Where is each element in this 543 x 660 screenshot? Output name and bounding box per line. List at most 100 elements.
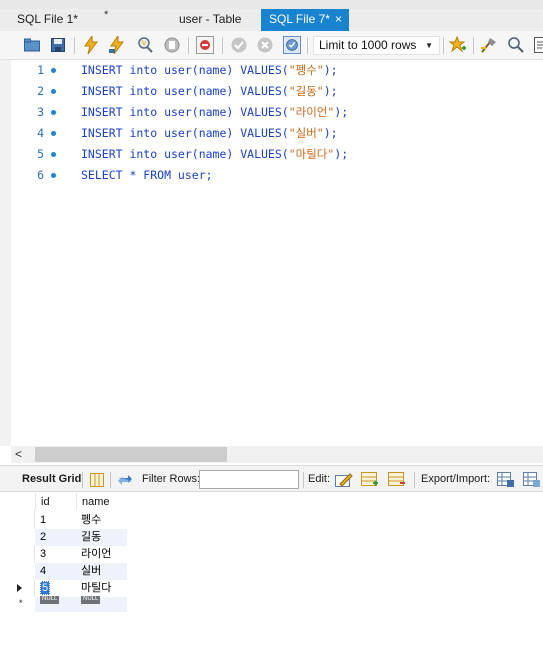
code-end: );	[323, 126, 338, 140]
table-row[interactable]: 4 실버	[11, 563, 127, 580]
sql-editor[interactable]: 1 INSERT into user(name) VALUES("펭수"); 2…	[0, 60, 543, 446]
cell-name[interactable]: 펭수	[76, 512, 127, 529]
limit-rows-select[interactable]: Limit to 1000 rows ▼	[313, 36, 440, 55]
insert-row-icon[interactable]	[361, 471, 379, 489]
add-snippet-icon[interactable]	[449, 36, 467, 54]
column-header-name[interactable]: name	[76, 493, 127, 510]
code-line[interactable]: 1 INSERT into user(name) VALUES("펭수");	[0, 60, 543, 81]
tab-user-table[interactable]: user - Table	[125, 9, 260, 31]
table-row[interactable]: 2 길동	[11, 529, 127, 546]
line-number: 1	[37, 63, 44, 77]
export-icon[interactable]	[497, 471, 515, 489]
statement-marker-icon	[51, 152, 56, 157]
toolbar-separator	[82, 472, 83, 488]
code-string: "라이언"	[288, 105, 335, 119]
sql-editor-toolbar: Limit to 1000 rows ▼	[0, 31, 543, 60]
statement-marker-icon	[51, 89, 56, 94]
grid-header-row: id name	[11, 493, 127, 510]
corner-cell	[11, 493, 35, 510]
current-row-arrow-icon	[17, 584, 22, 592]
beautify-icon[interactable]	[480, 36, 498, 54]
import-icon[interactable]	[523, 471, 541, 489]
find-icon[interactable]	[507, 36, 525, 54]
cell-id[interactable]: 4	[35, 563, 76, 580]
scrollbar-thumb[interactable]	[35, 447, 227, 462]
toggle-error-icon[interactable]	[196, 36, 214, 54]
filter-rows-label: Filter Rows:	[142, 473, 201, 485]
code-end: );	[323, 84, 338, 98]
cell-name[interactable]: 길동	[76, 529, 127, 546]
line-number: 5	[37, 147, 44, 161]
line-number: 4	[37, 126, 44, 140]
null-badge: NULL	[40, 595, 60, 604]
close-icon[interactable]: ×	[335, 9, 342, 30]
row-header[interactable]	[11, 580, 35, 597]
cell-id[interactable]: NULL	[35, 595, 76, 614]
delete-row-icon[interactable]	[388, 471, 406, 489]
cell-name[interactable]: 라이언	[76, 546, 127, 563]
cell-id[interactable]: 1	[35, 512, 76, 529]
table-row[interactable]: 1 펭수	[11, 512, 127, 529]
line-number: 6	[37, 168, 44, 182]
code-line[interactable]: 4 INSERT into user(name) VALUES("실버");	[0, 123, 543, 144]
table-row[interactable]: 3 라이언	[11, 546, 127, 563]
cell-id[interactable]: 5	[35, 580, 76, 597]
column-header-id[interactable]: id	[35, 493, 76, 510]
table-row-new[interactable]: * NULL NULL	[11, 595, 127, 614]
code-end: );	[334, 147, 349, 161]
table-row-selected[interactable]: 5 마틸다	[11, 580, 127, 597]
cell-name[interactable]: 실버	[76, 563, 127, 580]
result-grid-tab[interactable]: Result Grid	[22, 466, 81, 493]
code-text: SELECT * FROM user;	[81, 165, 213, 186]
explain-icon[interactable]	[136, 36, 154, 54]
stop-icon[interactable]	[163, 36, 181, 54]
grid-columns-icon[interactable]	[88, 471, 106, 489]
code-line[interactable]: 3 INSERT into user(name) VALUES("라이언");	[0, 102, 543, 123]
line-number: 2	[37, 84, 44, 98]
cell-name[interactable]: NULL	[76, 595, 127, 614]
code-keyword: INSERT into user(name) VALUES(	[81, 147, 289, 161]
limit-rows-label: Limit to 1000 rows	[319, 38, 417, 52]
edit-row-icon[interactable]	[335, 471, 353, 489]
cell-name[interactable]: 마틸다	[76, 580, 127, 597]
statement-marker-icon	[51, 110, 56, 115]
cell-id[interactable]: 2	[35, 529, 76, 546]
rollback-icon[interactable]	[256, 36, 274, 54]
execute-icon[interactable]	[82, 36, 100, 54]
line-number: 3	[37, 105, 44, 119]
cell-id[interactable]: 3	[35, 546, 76, 563]
row-header[interactable]	[11, 512, 35, 529]
save-icon[interactable]	[49, 36, 67, 54]
statement-marker-icon	[51, 131, 56, 136]
row-header[interactable]	[11, 546, 35, 563]
row-header[interactable]	[11, 563, 35, 580]
code-line[interactable]: 6 SELECT * FROM user;	[0, 165, 543, 186]
execute-current-icon[interactable]	[108, 36, 126, 54]
selected-cell-value[interactable]: 5	[40, 581, 51, 595]
row-header[interactable]: *	[11, 597, 35, 614]
commit-icon[interactable]	[230, 36, 248, 54]
toolbar-separator	[443, 37, 444, 54]
editor-horizontal-scrollbar[interactable]: <	[11, 446, 543, 463]
toolbar-separator	[473, 37, 474, 54]
code-line[interactable]: 2 INSERT into user(name) VALUES("길동");	[0, 81, 543, 102]
tab-sql-file-1[interactable]: SQL File 1* *	[0, 9, 125, 31]
autocommit-icon[interactable]	[283, 36, 301, 54]
statement-marker-icon	[51, 173, 56, 178]
filter-rows-input[interactable]	[199, 470, 299, 489]
code-keyword: INSERT into user(name) VALUES(	[81, 105, 289, 119]
refresh-icon[interactable]	[116, 471, 134, 489]
word-wrap-icon[interactable]	[532, 36, 543, 54]
scroll-left-icon[interactable]: <	[15, 447, 22, 461]
code-string: "마틸다"	[288, 147, 335, 161]
tab-sql-file-7[interactable]: SQL File 7* ×	[261, 9, 349, 31]
code-end: );	[323, 63, 338, 77]
row-header[interactable]	[11, 529, 35, 546]
code-string: "실버"	[288, 126, 324, 140]
tab-label: user - Table	[179, 12, 242, 26]
code-line[interactable]: 5 INSERT into user(name) VALUES("마틸다");	[0, 144, 543, 165]
tab-label: SQL File 7*	[269, 12, 330, 26]
code-text: INSERT into user(name) VALUES("마틸다");	[81, 144, 348, 165]
open-folder-icon[interactable]	[23, 36, 41, 54]
edit-label: Edit:	[308, 473, 331, 485]
